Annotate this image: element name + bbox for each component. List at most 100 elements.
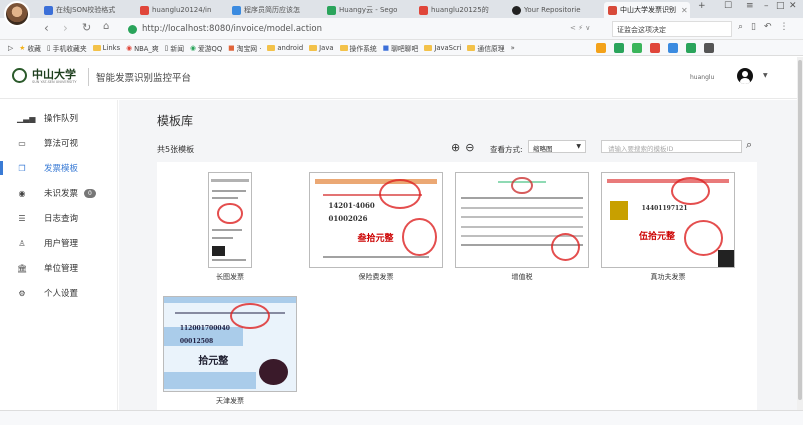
extension-icon[interactable]: [596, 43, 606, 53]
browser-search-input[interactable]: 证监会这项决定: [612, 21, 732, 37]
count-badge: 0: [84, 188, 96, 198]
close-window-icon[interactable]: ✕: [789, 1, 797, 11]
undo-icon[interactable]: ↶: [764, 22, 772, 32]
template-card[interactable]: 14401197121 伍拾元整 真功夫发票: [601, 162, 741, 282]
reload-icon[interactable]: ↻: [82, 21, 91, 34]
bookmark-item[interactable]: ◉ NBA_爽: [126, 43, 159, 53]
more-bookmarks-icon[interactable]: »: [511, 44, 515, 52]
search-text: 证监会这项决定: [617, 26, 666, 34]
extension-icon[interactable]: [704, 43, 714, 53]
template-count: 共5张模板: [157, 145, 195, 154]
browser-tab[interactable]: Huangy云 - Sego: [323, 2, 411, 18]
invoice-thumbnail[interactable]: 112001700040 00012508 拾元整: [163, 296, 297, 392]
invoice-thumbnail[interactable]: 14401197121 伍拾元整: [601, 172, 735, 268]
bookmark-item[interactable]: ◉ 爱游QQ: [190, 43, 222, 53]
user-menu-caret-icon[interactable]: ▼: [763, 72, 768, 79]
bookmark-item[interactable]: ▯ 新闻: [165, 43, 184, 53]
template-card[interactable]: 112001700040 00012508 拾元整 天津发票: [163, 286, 303, 406]
extension-icon[interactable]: [668, 43, 678, 53]
bookmark-item[interactable]: ■ 聊吧聊吧: [383, 43, 419, 53]
view-mode-select[interactable]: 缩略图 ▼: [528, 140, 586, 153]
back-icon[interactable]: ‹: [44, 21, 49, 35]
sidebar-item-logs[interactable]: ☰ 日志查询: [0, 208, 118, 228]
sidebar-toggle-icon[interactable]: ▷: [8, 44, 13, 52]
template-card[interactable]: 14201·4060 01002026 叁拾元整 保险费发票: [309, 162, 449, 282]
url-field[interactable]: http://localhost:8080/invoice/model.acti…: [128, 21, 684, 37]
search-icon[interactable]: ⌕: [746, 138, 752, 152]
template-card[interactable]: 长图发票: [157, 162, 297, 282]
sidebar-item-queue[interactable]: ▁▃▅ 操作队列: [0, 108, 118, 128]
address-bar: ‹ › ↻ ⌂ http://localhost:8080/invoice/mo…: [0, 18, 803, 40]
browser-tab[interactable]: huanglu20125的: [415, 2, 503, 18]
page-icon: ■: [382, 43, 390, 52]
extension-icon[interactable]: [686, 43, 696, 53]
tab-favicon: [232, 5, 241, 15]
tab-favicon: [327, 5, 336, 15]
zoom-in-icon[interactable]: ⊕: [451, 141, 460, 154]
extension-icon[interactable]: [632, 43, 642, 53]
shirt-icon[interactable]: ☐: [724, 1, 732, 11]
view-mode-label: 查看方式:: [490, 145, 523, 154]
invoice-thumbnail[interactable]: 14201·4060 01002026 叁拾元整: [309, 172, 443, 268]
page-title: 模板库: [157, 114, 194, 128]
university-logo-icon: [12, 68, 27, 83]
bookmark-label: 淘宝网 ·: [236, 44, 262, 53]
maximize-icon[interactable]: □: [776, 1, 785, 11]
bookmark-label: 手机收藏夹: [52, 44, 87, 53]
bookmark-item[interactable]: Java: [309, 44, 334, 52]
sidebar-item-settings[interactable]: ⚙ 个人设置: [0, 283, 118, 303]
template-card[interactable]: 增值税: [455, 162, 595, 282]
bookmark-item[interactable]: Links: [92, 43, 121, 52]
bookmark-item[interactable]: ■ 淘宝网 ·: [228, 43, 261, 53]
invoice-thumbnail[interactable]: [208, 172, 252, 268]
view-mode-value: 缩略图: [533, 145, 553, 153]
close-tab-icon[interactable]: ✕: [681, 6, 688, 15]
extension-icon[interactable]: [650, 43, 660, 53]
home-icon[interactable]: ⌂: [103, 21, 109, 32]
forward-icon[interactable]: ›: [63, 21, 68, 35]
bookmark-item[interactable]: JavaScri: [424, 44, 461, 52]
browser-tab[interactable]: 在线JSON校验格式: [40, 2, 124, 18]
template-search-input[interactable]: 请输入要搜索的模板ID: [601, 140, 742, 153]
bookmark-label: 爱游QQ: [197, 44, 223, 53]
browser-tab[interactable]: 程序员简历应该怎: [228, 2, 320, 18]
browser-tab[interactable]: huanglu20124/in: [136, 2, 224, 18]
sidebar-item-unrecognized[interactable]: ◉ 未识发票 0: [0, 183, 118, 203]
new-tab-icon[interactable]: +: [698, 1, 706, 11]
invoice-thumbnail[interactable]: [455, 172, 589, 268]
template-gallery: 长图发票 14201·4060 01002026 叁拾元整 保险费发票 增值税 …: [157, 162, 757, 410]
bookmark-label: Links: [102, 43, 121, 52]
sidebar-item-users[interactable]: ♙ 用户管理: [0, 233, 118, 253]
secure-icon: [128, 24, 137, 34]
menu-icon[interactable]: ≡: [746, 1, 754, 11]
sidebar-item-label: 发票模板: [44, 164, 79, 174]
sidebar-item-visual[interactable]: ▭ 算法可视: [0, 133, 118, 153]
bookmark-item[interactable]: 操作系统: [339, 43, 377, 53]
folder-icon: [467, 44, 476, 51]
main-content: 模板库 共5张模板 ⊕ ⊖ 查看方式: 缩略图 ▼ 请输入要搜索的模板ID ⌕ …: [119, 100, 797, 410]
page-icon: ▯: [46, 43, 51, 52]
monitor-icon: ▭: [18, 138, 26, 148]
browser-profile-avatar[interactable]: [4, 1, 30, 27]
scrollbar-thumb[interactable]: [798, 60, 802, 400]
minimize-icon[interactable]: –: [764, 1, 769, 11]
bookmark-label: 收藏: [27, 44, 41, 53]
zoom-out-icon[interactable]: ⊖: [465, 141, 474, 154]
bookmark-item[interactable]: 通信原理: [467, 43, 505, 53]
tab-label: Huangy云 - Sego: [339, 6, 398, 14]
bookmark-item[interactable]: ▯ 手机收藏夹: [47, 43, 87, 53]
bookmark-item[interactable]: android: [267, 44, 303, 52]
bookmark-item[interactable]: ★ 收藏: [19, 43, 41, 53]
sidebar-item-templates[interactable]: ❐ 发票模板: [0, 158, 118, 178]
user-avatar-icon[interactable]: [737, 68, 753, 84]
search-icon[interactable]: ⌕: [738, 22, 743, 32]
target-icon: ◉: [18, 188, 26, 198]
share-icon[interactable]: < ⚡ ∨: [570, 24, 590, 32]
browser-tab[interactable]: Your Repositorie: [508, 2, 600, 18]
sidebar-item-units[interactable]: 🏛 单位管理: [0, 258, 118, 278]
extension-icon[interactable]: [614, 43, 624, 53]
bookmark-icon[interactable]: ▯: [751, 22, 756, 32]
browser-tab-active[interactable]: 中山大学发票识别 ✕: [604, 2, 690, 18]
zoom-controls: ⊕ ⊖: [451, 141, 474, 154]
more-icon[interactable]: ⋮: [780, 22, 789, 32]
